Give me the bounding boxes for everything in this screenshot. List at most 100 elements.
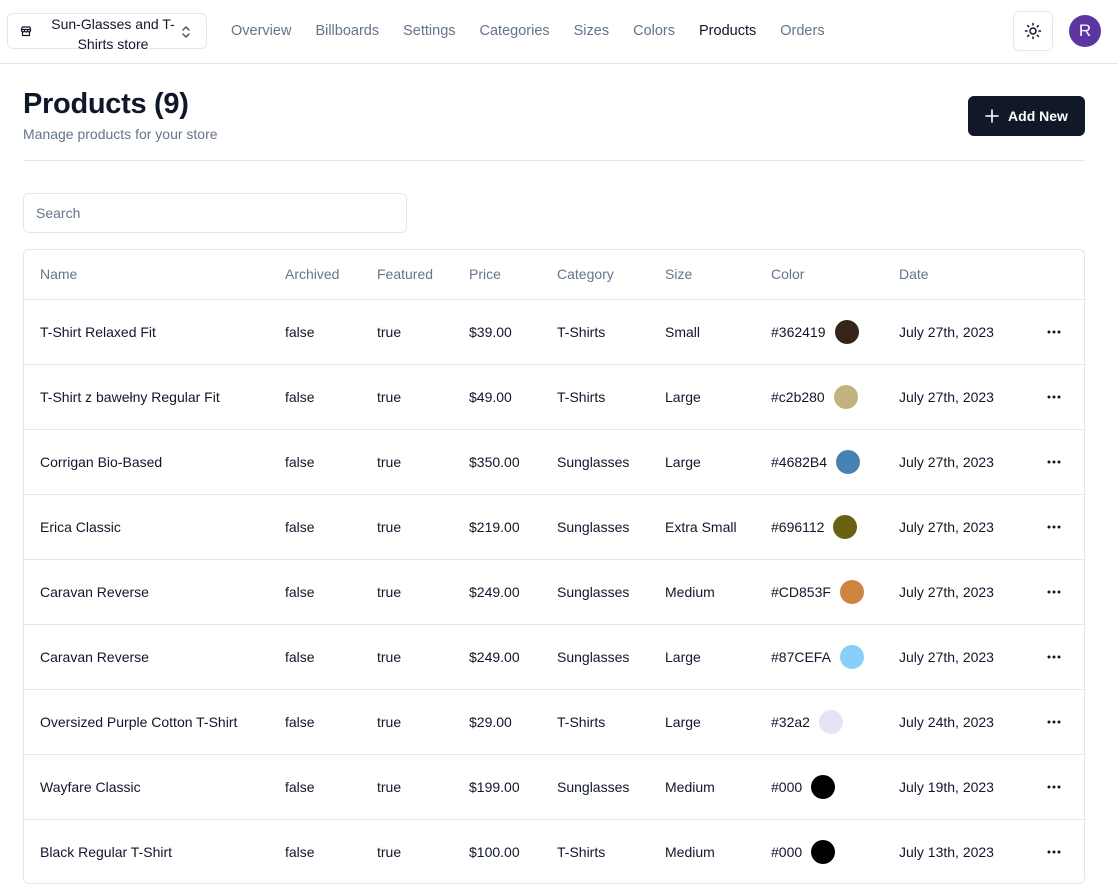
color-swatch — [811, 839, 836, 864]
cell-size: Large — [665, 624, 771, 690]
cell-featured: true — [377, 364, 469, 430]
cell-name: Black Regular T-Shirt — [40, 843, 173, 860]
cell-actions — [1035, 494, 1084, 560]
cell-color: #4682B4 — [771, 429, 899, 495]
column-header-size: Size — [665, 250, 771, 300]
table-row: Erica Classic false true $219.00 Sunglasses E… — [24, 494, 1084, 560]
cell-actions — [1035, 299, 1084, 365]
cell-category: T-Shirts — [557, 843, 606, 860]
search-input[interactable] — [23, 193, 407, 233]
avatar[interactable]: R — [1069, 15, 1101, 47]
cell-price: $29.00 — [469, 689, 557, 755]
cell-featured: true — [377, 559, 469, 625]
cell-color: #c2b280 — [771, 364, 899, 430]
color-code: #000 — [771, 778, 803, 795]
column-header-actions — [1035, 250, 1084, 300]
cell-featured: true — [377, 754, 469, 820]
cell-name: Wayfare Classic — [24, 754, 285, 820]
color-swatch — [818, 709, 843, 734]
table-body: T-Shirt Relaxed Fit false true $39.00 T-Shir… — [24, 299, 1084, 883]
cell-date: July 27th, 2023 — [899, 299, 1035, 365]
cell-actions — [1035, 754, 1084, 820]
page-subtitle: Manage products for your store — [23, 126, 218, 142]
store-switcher[interactable]: Sun-Glasses and T-Shirts store — [7, 13, 207, 52]
cell-price: $249.00 — [469, 559, 557, 625]
nav-sizes[interactable]: Sizes — [574, 22, 609, 40]
column-header-archived: Archived — [285, 250, 377, 300]
more-horizontal-icon[interactable] — [1038, 511, 1070, 543]
cell-color: #000 — [771, 819, 899, 883]
table-row: Corrigan Bio-Based false true $350.00 Sungla… — [24, 429, 1084, 495]
cell-name: T-Shirt z bawełny Regular Fit — [24, 364, 285, 430]
plus-icon — [985, 109, 999, 123]
theme-toggle-button[interactable] — [1013, 11, 1053, 51]
more-horizontal-icon[interactable] — [1038, 316, 1070, 348]
products-table: Name Archived Featured Price Category Si… — [23, 249, 1085, 884]
nav-categories[interactable]: Categories — [480, 22, 550, 40]
cell-category: Sunglasses — [557, 559, 665, 625]
cell-color: #696112 — [771, 494, 899, 560]
column-header-featured: Featured — [377, 250, 469, 300]
cell-featured: true — [377, 843, 402, 860]
add-new-button[interactable]: Add New — [968, 96, 1085, 136]
cell-name: Caravan Reverse — [24, 559, 285, 625]
more-horizontal-icon[interactable] — [1038, 446, 1070, 478]
color-code: #362419 — [771, 323, 826, 340]
cell-actions — [1035, 364, 1084, 430]
nav-colors[interactable]: Colors — [633, 22, 675, 40]
cell-featured: true — [377, 299, 469, 365]
table-row: Oversized Purple Cotton T-Shirt false true… — [24, 689, 1084, 755]
cell-category: T-Shirts — [557, 364, 665, 430]
add-new-label: Add New — [1008, 108, 1068, 124]
cell-color: #362419 — [771, 299, 899, 365]
cell-size: Large — [665, 364, 771, 430]
color-swatch — [836, 449, 861, 474]
nav-orders[interactable]: Orders — [780, 22, 824, 40]
cell-color: #32a2 — [771, 689, 899, 755]
cell-size: Large — [665, 429, 771, 495]
cell-color: #CD853F — [771, 559, 899, 625]
cell-archived: false — [285, 364, 377, 430]
nav-settings[interactable]: Settings — [403, 22, 455, 40]
cell-featured: true — [377, 689, 469, 755]
cell-actions — [1035, 819, 1084, 883]
color-swatch — [839, 579, 864, 604]
more-horizontal-icon[interactable] — [1038, 381, 1070, 413]
cell-name: Erica Classic — [24, 494, 285, 560]
header-divider — [23, 160, 1085, 161]
cell-archived: false — [285, 494, 377, 560]
more-horizontal-icon[interactable] — [1038, 576, 1070, 608]
color-code: #87CEFA — [771, 648, 831, 665]
cell-category: Sunglasses — [557, 754, 665, 820]
cell-date: July 27th, 2023 — [899, 494, 1035, 560]
cell-color: #87CEFA — [771, 624, 899, 690]
more-horizontal-icon[interactable] — [1038, 706, 1070, 738]
cell-category: Sunglasses — [557, 494, 665, 560]
more-horizontal-icon[interactable] — [1038, 771, 1070, 803]
color-code: #c2b280 — [771, 388, 825, 405]
cell-archived: false — [285, 754, 377, 820]
cell-name: Corrigan Bio-Based — [24, 429, 285, 495]
column-header-category: Category — [557, 250, 665, 300]
cell-archived: false — [285, 624, 377, 690]
nav-billboards[interactable]: Billboards — [315, 22, 379, 40]
cell-category: T-Shirts — [557, 689, 665, 755]
cell-category: Sunglasses — [557, 429, 665, 495]
nav-overview[interactable]: Overview — [231, 22, 291, 40]
cell-size: Medium — [665, 754, 771, 820]
color-code: #32a2 — [771, 713, 810, 730]
nav-products[interactable]: Products — [699, 22, 756, 40]
cell-archived: false — [285, 429, 377, 495]
cell-actions — [1035, 429, 1084, 495]
cell-date: July 27th, 2023 — [899, 559, 1035, 625]
cell-actions — [1035, 689, 1084, 755]
cell-date: July 27th, 2023 — [899, 429, 1035, 495]
table-row: Caravan Reverse false true $249.00 Sunglasse… — [24, 559, 1084, 625]
main-nav: Overview Billboards Settings Categories … — [231, 22, 849, 40]
more-horizontal-icon[interactable] — [1038, 641, 1070, 673]
cell-price: $100.00 — [469, 843, 520, 860]
cell-featured: true — [377, 624, 469, 690]
more-horizontal-icon[interactable] — [1038, 836, 1070, 868]
cell-name: Oversized Purple Cotton T-Shirt — [24, 689, 285, 755]
column-header-date: Date — [899, 250, 1035, 300]
